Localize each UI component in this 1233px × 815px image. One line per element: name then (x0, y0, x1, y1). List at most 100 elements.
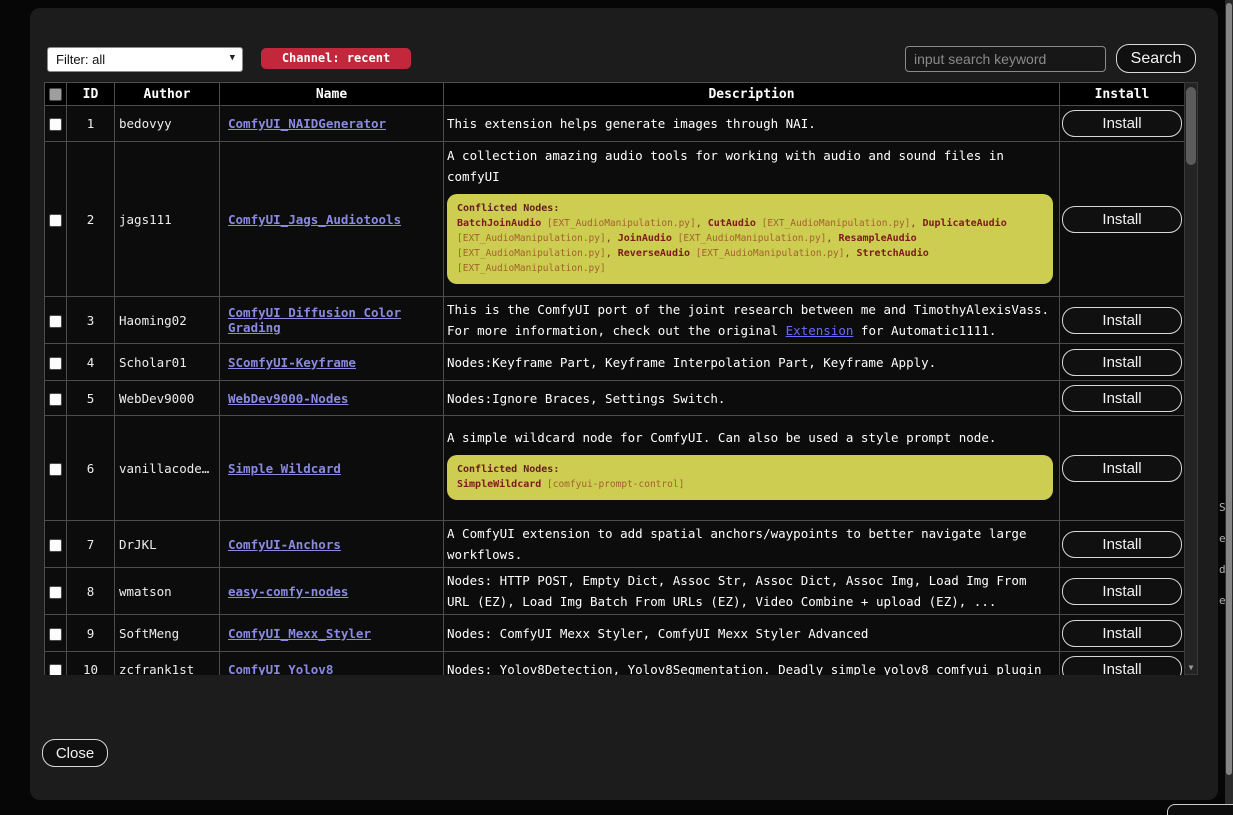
table-row: 8wmatsoneasy-comfy-nodesNodes: HTTP POST… (45, 568, 1185, 615)
row-checkbox-cell (45, 521, 67, 568)
row-checkbox-cell (45, 142, 67, 297)
node-name-link[interactable]: WebDev9000-Nodes (228, 391, 348, 406)
table-row: 4Scholar01 SComfyUI-Keyframe Nodes:Keyfram… (45, 344, 1185, 381)
row-description-cell: A collection amazing audio tools for wor… (444, 142, 1060, 297)
row-checkbox[interactable] (49, 628, 62, 641)
filter-select[interactable]: Filter: all (47, 47, 243, 72)
header-name: Name (220, 83, 444, 106)
select-all-checkbox[interactable] (49, 88, 62, 101)
row-checkbox[interactable] (49, 586, 62, 599)
node-name-link[interactable]: ComfyUI_Jags_Audiotools (228, 212, 401, 227)
row-name-cell: Simple Wildcard (220, 416, 444, 521)
row-checkbox[interactable] (49, 539, 62, 552)
install-button[interactable]: Install (1062, 385, 1182, 412)
description-link[interactable]: Extension (786, 323, 854, 338)
row-description-cell: Nodes:Keyframe Part, Keyframe Interpolat… (444, 344, 1060, 381)
conflict-node-source: [EXT_AudioManipulation.py] (672, 233, 826, 244)
node-name-link[interactable]: ComfyUI Yolov8 (228, 662, 333, 675)
close-button[interactable]: Close (42, 739, 108, 767)
conflict-items: BatchJoinAudio [EXT_AudioManipulation.py… (457, 216, 1043, 276)
nodes-table-wrap: ID Author Name Description Install 1bedo… (44, 82, 1184, 675)
row-checkbox[interactable] (49, 393, 62, 406)
description-text: Nodes: ComfyUI Mexx Styler, ComfyUI Mexx… (447, 623, 1055, 644)
row-name-cell: ComfyUI Yolov8 (220, 652, 444, 676)
node-name-link[interactable]: ComfyUI_NAIDGenerator (228, 116, 386, 131)
install-button[interactable]: Install (1062, 620, 1182, 647)
row-author: bedovyy (115, 106, 220, 142)
table-scrollbar-thumb[interactable] (1186, 87, 1196, 165)
search-input[interactable] (905, 46, 1106, 72)
conflict-node-name: ResampleAudio (838, 233, 916, 244)
row-author: wmatson (115, 568, 220, 615)
row-checkbox[interactable] (49, 214, 62, 227)
description-text: This extension helps generate images thr… (447, 113, 1055, 134)
row-description-cell: A ComfyUI extension to add spatial ancho… (444, 521, 1060, 568)
search-button[interactable]: Search (1116, 44, 1196, 73)
filter-select-wrap: Filter: all ▼ (47, 47, 243, 72)
node-name-link[interactable]: Simple Wildcard (228, 461, 341, 476)
row-checkbox[interactable] (49, 664, 62, 675)
description-text: Nodes: HTTP POST, Empty Dict, Assoc Str,… (447, 570, 1055, 612)
row-checkbox[interactable] (49, 463, 62, 476)
install-button[interactable]: Install (1062, 206, 1182, 233)
row-name-cell: WebDev9000-Nodes (220, 381, 444, 416)
row-id: 3 (67, 297, 115, 344)
row-description-cell: Nodes: Yolov8Detection, Yolov8Segmentati… (444, 652, 1060, 676)
screen: Filter: all ▼ Channel: recent Search (0, 0, 1233, 815)
conflict-node-source: [comfyui-prompt-control] (541, 479, 684, 490)
row-author: Haoming02 (115, 297, 220, 344)
row-checkbox-cell (45, 381, 67, 416)
description-text: Nodes:Keyframe Part, Keyframe Interpolat… (447, 352, 1055, 373)
install-button[interactable]: Install (1062, 578, 1182, 605)
row-checkbox-cell (45, 615, 67, 652)
conflict-node-source: [EXT_AudioManipulation.py] (690, 248, 844, 259)
row-author: Scholar01 (115, 344, 220, 381)
row-id: 4 (67, 344, 115, 381)
row-id: 9 (67, 615, 115, 652)
row-checkbox-cell (45, 652, 67, 676)
header-id: ID (67, 83, 115, 106)
node-name-link[interactable]: ComfyUI Diffusion Color Grading (228, 305, 401, 335)
row-description-cell: This is the ComfyUI port of the joint re… (444, 297, 1060, 344)
row-name-cell: ComfyUI_Mexx_Styler (220, 615, 444, 652)
row-install-cell: Install (1060, 142, 1185, 297)
install-button[interactable]: Install (1062, 307, 1182, 334)
conflict-title: Conflicted Nodes: (457, 462, 1043, 477)
row-install-cell: Install (1060, 344, 1185, 381)
row-description-cell: Nodes:Ignore Braces, Settings Switch. (444, 381, 1060, 416)
row-checkbox-cell (45, 344, 67, 381)
row-checkbox-cell (45, 416, 67, 521)
row-checkbox-cell (45, 568, 67, 615)
node-name-link[interactable]: ComfyUI-Anchors (228, 537, 341, 552)
conflict-node-name: JoinAudio (618, 233, 672, 244)
row-checkbox-cell (45, 106, 67, 142)
conflict-node-name: SimpleWildcard (457, 479, 541, 490)
node-name-link[interactable]: easy-comfy-nodes (228, 584, 348, 599)
row-checkbox[interactable] (49, 315, 62, 328)
scroll-down-arrow-icon[interactable]: ▼ (1185, 663, 1197, 672)
row-checkbox[interactable] (49, 118, 62, 131)
row-author: jags111 (115, 142, 220, 297)
page-scrollbar-thumb[interactable] (1226, 3, 1232, 775)
table-row: 5WebDev9000WebDev9000-NodesNodes:Ignore … (45, 381, 1185, 416)
node-name-link[interactable]: ComfyUI_Mexx_Styler (228, 626, 371, 641)
node-name-link[interactable]: SComfyUI-Keyframe (228, 355, 356, 370)
row-id: 2 (67, 142, 115, 297)
header-checkbox-cell (45, 83, 67, 106)
table-scrollbar[interactable]: ▼ (1184, 82, 1198, 675)
conflict-node-source: [EXT_AudioManipulation.py] (457, 263, 606, 274)
row-author: zcfrank1st (115, 652, 220, 676)
row-install-cell: Install (1060, 652, 1185, 676)
table-row: 9SoftMengComfyUI_Mexx_StylerNodes: Comfy… (45, 615, 1185, 652)
install-button[interactable]: Install (1062, 656, 1182, 675)
install-button[interactable]: Install (1062, 531, 1182, 558)
description-text: This is the ComfyUI port of the joint re… (447, 299, 1055, 341)
install-button[interactable]: Install (1062, 455, 1182, 482)
row-name-cell: ComfyUI Diffusion Color Grading (220, 297, 444, 344)
install-button[interactable]: Install (1062, 349, 1182, 376)
row-author: WebDev9000 (115, 381, 220, 416)
install-button[interactable]: Install (1062, 110, 1182, 137)
row-checkbox[interactable] (49, 357, 62, 370)
page-scrollbar[interactable] (1225, 0, 1233, 815)
description-text-part: for Automatic1111. (853, 323, 996, 338)
